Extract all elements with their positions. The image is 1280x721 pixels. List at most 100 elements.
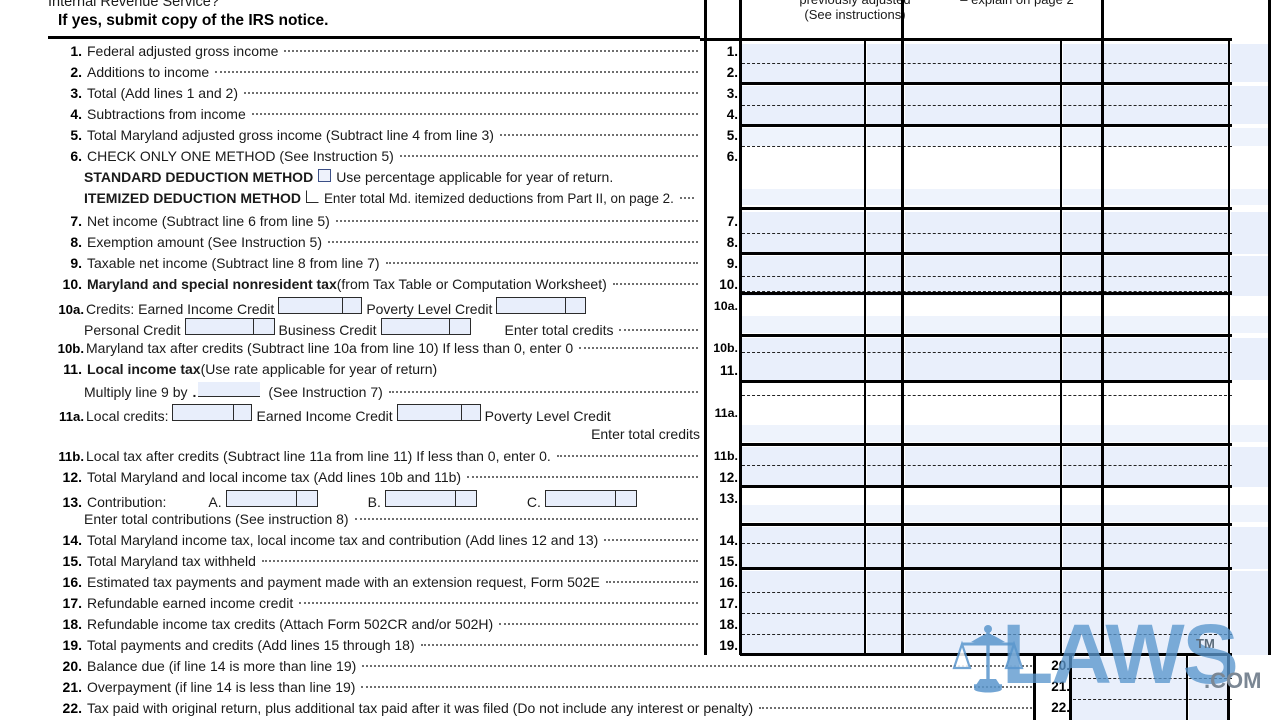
cents-cell[interactable] bbox=[1231, 316, 1269, 333]
amount-cell[interactable] bbox=[742, 128, 864, 146]
cents-cell[interactable] bbox=[1231, 189, 1269, 205]
amount-cell[interactable] bbox=[1104, 338, 1228, 380]
local-tax-rate-field[interactable] bbox=[198, 382, 261, 397]
cents-cell[interactable] bbox=[1231, 425, 1269, 442]
amount-cell[interactable] bbox=[742, 505, 864, 522]
cents-cell[interactable] bbox=[1063, 425, 1101, 442]
poverty-level-credit-field[interactable] bbox=[496, 297, 587, 314]
contribution-b-field[interactable] bbox=[384, 490, 477, 507]
amount-cell[interactable] bbox=[905, 527, 1060, 569]
cents-cell[interactable] bbox=[1063, 447, 1101, 487]
contribution-a-field[interactable] bbox=[225, 490, 318, 507]
earned-income-credit-label: Credits: Earned Income Credit bbox=[86, 301, 275, 317]
cents-cell[interactable] bbox=[867, 505, 901, 522]
grid-row-label: 22. bbox=[1051, 700, 1070, 715]
cents-cell[interactable] bbox=[1063, 128, 1101, 146]
header-divider-rule bbox=[48, 36, 700, 39]
grid-rule bbox=[740, 292, 1232, 295]
line-number: 3. bbox=[70, 85, 82, 101]
personal-credit-label: Personal Credit bbox=[84, 322, 181, 338]
amount-cell[interactable] bbox=[1104, 189, 1228, 205]
cents-cell[interactable] bbox=[867, 189, 901, 205]
form-line-15: 15. Total Maryland tax withheld bbox=[48, 553, 700, 574]
grid-row-label: 14. bbox=[719, 533, 738, 548]
line-number: 15. bbox=[62, 553, 82, 569]
line-number: 10. bbox=[62, 276, 82, 292]
line-label-bold: Maryland and special nonresident tax bbox=[87, 276, 337, 292]
amount-cell[interactable] bbox=[742, 447, 864, 487]
amount-cell[interactable] bbox=[1104, 128, 1228, 146]
amount-cell[interactable] bbox=[742, 316, 864, 333]
cents-cell[interactable] bbox=[1063, 316, 1101, 333]
business-credit-field[interactable] bbox=[380, 318, 471, 335]
contribution-c-field[interactable] bbox=[544, 490, 637, 507]
cents-cell[interactable] bbox=[1231, 44, 1269, 82]
itemized-deduction-checkbox[interactable] bbox=[306, 190, 319, 203]
cents-cell[interactable] bbox=[1231, 571, 1269, 655]
cents-cell[interactable] bbox=[1231, 338, 1269, 380]
cents-cell[interactable] bbox=[867, 447, 901, 487]
cents-cell[interactable] bbox=[1231, 505, 1269, 522]
cents-cell[interactable] bbox=[1231, 447, 1269, 487]
amount-cell[interactable] bbox=[1071, 657, 1186, 720]
row-separator bbox=[742, 291, 1232, 292]
earned-income-credit-field[interactable] bbox=[278, 297, 363, 314]
cents-cell[interactable] bbox=[1189, 657, 1227, 720]
cents-cell[interactable] bbox=[1063, 189, 1101, 205]
cents-cell[interactable] bbox=[1231, 86, 1269, 124]
cents-cell[interactable] bbox=[867, 128, 901, 146]
cents-cell[interactable] bbox=[867, 338, 901, 380]
line-number: 19. bbox=[62, 637, 82, 653]
cents-cell[interactable] bbox=[1063, 527, 1101, 569]
cents-cell[interactable] bbox=[1231, 128, 1269, 146]
dot-leader bbox=[284, 50, 698, 52]
cents-cell[interactable] bbox=[1231, 527, 1269, 569]
dot-leader bbox=[619, 329, 698, 331]
amount-cell[interactable] bbox=[742, 338, 864, 380]
amount-cell[interactable] bbox=[905, 189, 1060, 205]
standard-deduction-checkbox[interactable] bbox=[318, 169, 332, 182]
row-separator bbox=[742, 592, 1232, 593]
line-label: Tax paid with original return, plus addi… bbox=[87, 700, 754, 716]
contribution-b-label: B. bbox=[367, 494, 381, 510]
cents-cell[interactable] bbox=[867, 316, 901, 333]
amount-cell[interactable] bbox=[742, 189, 864, 205]
amount-cell[interactable] bbox=[905, 425, 1060, 442]
amount-cell[interactable] bbox=[905, 447, 1060, 487]
row-separator bbox=[1073, 678, 1232, 679]
cents-cell[interactable] bbox=[867, 527, 901, 569]
cents-cell[interactable] bbox=[1231, 256, 1269, 296]
line-number: 13. bbox=[62, 494, 82, 510]
amount-cell[interactable] bbox=[1104, 447, 1228, 487]
grid-rule bbox=[700, 38, 1232, 41]
cents-cell[interactable] bbox=[867, 425, 901, 442]
row-separator bbox=[742, 395, 1232, 396]
amount-cell[interactable] bbox=[742, 527, 864, 569]
form-line-7: 7. Net income (Subtract line 6 from line… bbox=[48, 213, 700, 234]
row-separator bbox=[742, 465, 1232, 466]
line-number: 14. bbox=[62, 532, 82, 548]
local-poverty-level-credit-field[interactable] bbox=[396, 404, 481, 421]
amount-cell[interactable] bbox=[742, 425, 864, 442]
amount-cell[interactable] bbox=[1104, 425, 1228, 442]
form-line-11b: 11b. Local tax after credits (Subtract l… bbox=[48, 448, 700, 469]
row-separator bbox=[742, 613, 1232, 614]
cents-cell[interactable] bbox=[1231, 212, 1269, 254]
amount-cell[interactable] bbox=[905, 505, 1060, 522]
dot-leader bbox=[261, 560, 698, 562]
local-earned-income-credit-field[interactable] bbox=[172, 404, 253, 421]
amount-cell[interactable] bbox=[1104, 527, 1228, 569]
cents-cell[interactable] bbox=[1063, 338, 1101, 380]
amount-cell[interactable] bbox=[905, 128, 1060, 146]
amount-cell[interactable] bbox=[905, 316, 1060, 333]
cents-cell[interactable] bbox=[1063, 505, 1101, 522]
line-label: Total (Add lines 1 and 2) bbox=[87, 85, 238, 101]
personal-credit-field[interactable] bbox=[184, 318, 275, 335]
amount-cell[interactable] bbox=[905, 338, 1060, 380]
dot-leader bbox=[604, 539, 698, 541]
row-separator bbox=[742, 146, 1232, 147]
amount-cell[interactable] bbox=[1104, 316, 1228, 333]
amount-cell[interactable] bbox=[1104, 505, 1228, 522]
grid-vline bbox=[1227, 653, 1230, 720]
line-label: Refundable earned income credit bbox=[87, 595, 294, 611]
